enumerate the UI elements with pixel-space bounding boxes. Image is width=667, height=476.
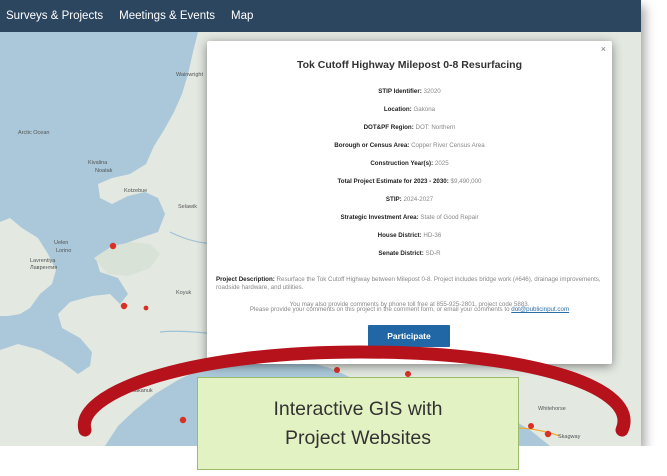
map-label-alakanuk: Alakanuk (130, 388, 153, 394)
field-investment-area: Strategic Investment Area: State of Good… (207, 214, 612, 221)
field-senate-district: Senate District: SD-R (207, 250, 612, 257)
project-description: Project Description: Resurface the Tok C… (216, 276, 606, 293)
field-label: Location: (383, 106, 412, 113)
field-value: DOT: Northern (415, 124, 456, 131)
field-label: Senate District: (378, 250, 424, 257)
close-icon[interactable]: × (601, 44, 606, 54)
field-value: Copper River Census Area (411, 142, 485, 149)
map-label-lavrentiya: Lavrentiya (30, 258, 56, 264)
field-project-estimate: Total Project Estimate for 2023 - 2030: … (207, 178, 612, 185)
callout-box: Interactive GIS with Project Websites (197, 377, 519, 470)
field-label: Total Project Estimate for 2023 - 2030: (337, 178, 449, 185)
popup-title: Tok Cutoff Highway Milepost 0-8 Resurfac… (297, 59, 522, 71)
field-value: $9,490,000 (450, 178, 482, 185)
participate-button[interactable]: Participate (368, 325, 450, 347)
field-label: Construction Year(s): (370, 160, 434, 167)
field-label: STIP: (385, 196, 402, 203)
field-label: DOT&PF Region: (363, 124, 414, 131)
map-label-lavrentiya-ru: Лаврентия (30, 265, 58, 271)
map-label-skagway: Skagway (558, 434, 581, 440)
field-value: State of Good Repair (420, 214, 479, 221)
field-label: House District: (377, 232, 422, 239)
field-stip-identifier: STIP Identifier: 32020 (207, 88, 612, 95)
field-construction-years: Construction Year(s): 2025 (207, 160, 612, 167)
map-label-wainwright: Wainwright (176, 72, 203, 78)
field-value: HD-36 (423, 232, 442, 239)
field-label: STIP Identifier: (378, 88, 422, 95)
nav-meetings-events[interactable]: Meetings & Events (111, 10, 223, 22)
field-borough: Borough or Census Area: Copper River Cen… (207, 142, 612, 149)
field-label: Borough or Census Area: (334, 142, 410, 149)
field-location: Location: Gakona (207, 106, 612, 113)
field-value: Gakona (413, 106, 436, 113)
field-stip: STIP: 2024-2027 (207, 196, 612, 203)
phone-note: You may also provide comments by phone t… (289, 301, 530, 308)
description-label: Project Description: (216, 276, 275, 283)
map-label-uelen: Uelen (54, 240, 69, 246)
map-label-koyuk: Koyuk (176, 290, 192, 296)
map-label-noatak: Noatak (95, 168, 113, 174)
field-house-district: House District: HD-36 (207, 232, 612, 239)
callout-line-1: Interactive GIS with (273, 397, 443, 420)
map-label-kotzebue: Kotzebue (124, 188, 148, 194)
top-navbar: Surveys & Projects Meetings & Events Map (0, 0, 641, 32)
project-popup: × Tok Cutoff Highway Milepost 0-8 Resurf… (207, 41, 612, 364)
nav-map[interactable]: Map (223, 10, 261, 22)
map-label-lorino: Lorino (56, 248, 72, 254)
field-value: 2025 (434, 160, 449, 167)
map-label-kivalina: Kivalina (88, 160, 108, 166)
nav-surveys-projects[interactable]: Surveys & Projects (0, 10, 111, 22)
field-region: DOT&PF Region: DOT: Northern (207, 124, 612, 131)
map-label-whitehorse: Whitehorse (538, 406, 566, 412)
map-label-arctic-ocean: Arctic Ocean (18, 130, 50, 136)
field-value: 2024-2027 (403, 196, 434, 203)
field-label: Strategic Investment Area: (340, 214, 419, 221)
field-value: 32020 (423, 88, 441, 95)
map-label-selawik: Selawik (178, 204, 197, 210)
field-value: SD-R (425, 250, 441, 257)
callout-line-2: Project Websites (285, 426, 431, 449)
